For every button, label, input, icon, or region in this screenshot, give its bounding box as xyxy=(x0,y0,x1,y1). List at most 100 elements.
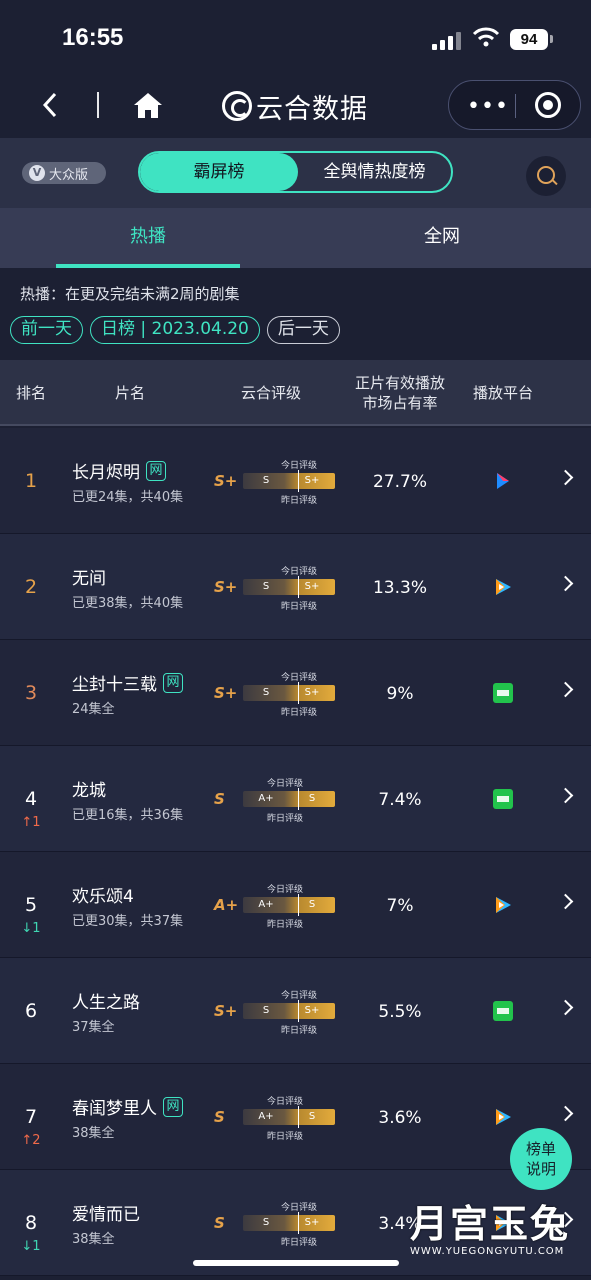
segment-public-opinion[interactable]: 全舆情热度榜 xyxy=(298,153,451,191)
rating-right-label: S+ xyxy=(304,1005,320,1016)
episode-info: 已更24集，共40集 xyxy=(72,490,184,505)
edition-badge[interactable]: V 大众版 xyxy=(22,162,106,184)
rating-bar: S S+ 今日评级 昨日评级 xyxy=(243,673,335,718)
rank-cell: 8 ↓1 xyxy=(14,1213,48,1255)
date-picker[interactable]: 日榜 | 2023.04.20 xyxy=(90,316,260,344)
drama-title: 尘封十三载 网 xyxy=(72,670,183,695)
list-description: 热播：在更及完结未满2周的剧集 xyxy=(20,285,240,303)
watermark-url: WWW.YUEGONGYUTU.COM xyxy=(410,1246,565,1257)
rating-left-label: S xyxy=(262,581,270,592)
episode-info: 已更16集，共36集 xyxy=(72,808,184,823)
today-rating-label: 今日评级 xyxy=(267,1097,304,1107)
rank-cell: 4 ↑1 xyxy=(14,789,48,831)
rating-right-label: S+ xyxy=(304,1217,320,1228)
episode-info: 24集全 xyxy=(72,702,115,717)
youku-icon xyxy=(493,471,513,491)
today-marker xyxy=(298,470,299,492)
table-row[interactable]: 7 ↑2 春闺梦里人 网 38集全 S A+ S 今日评级 昨日评级 3.6% xyxy=(0,1064,591,1170)
rank-cell: 5 ↓1 xyxy=(14,895,48,937)
current-grade: S+ xyxy=(214,472,238,490)
brand: 云合数据 xyxy=(222,86,368,126)
close-mini-program-icon[interactable] xyxy=(535,92,561,118)
tab-hot[interactable]: 热播 xyxy=(56,208,240,268)
table-row[interactable]: 3 尘封十三载 网 24集全 S+ S S+ 今日评级 昨日评级 9% xyxy=(0,640,591,746)
chevron-right-icon[interactable] xyxy=(558,784,574,808)
rating-right-label: S xyxy=(308,899,316,910)
watermark-title: 月宫玉兔 xyxy=(410,1202,571,1246)
mini-program-capsule: ••• xyxy=(448,80,581,130)
today-marker xyxy=(298,1212,299,1234)
drama-title-text: 欢乐颂4 xyxy=(72,887,134,907)
chevron-right-icon[interactable] xyxy=(558,996,574,1020)
rating-right-label: S+ xyxy=(304,687,320,698)
rank-change: ↓1 xyxy=(21,1239,41,1254)
rank-cell: 6 xyxy=(14,1001,48,1021)
prev-day-button[interactable]: 前一天 xyxy=(10,316,83,344)
market-share: 9% xyxy=(386,684,414,704)
edition-label: 大众版 xyxy=(49,167,89,183)
drama-title-text: 春闺梦里人 xyxy=(72,1099,157,1119)
mode-bar: V 大众版 霸屏榜 全舆情热度榜 xyxy=(0,138,591,208)
today-rating-label: 今日评级 xyxy=(281,461,318,471)
chevron-right-icon[interactable] xyxy=(558,890,574,914)
today-marker xyxy=(298,682,299,704)
search-icon[interactable] xyxy=(526,156,566,196)
drama-title-text: 无间 xyxy=(72,569,106,589)
yesterday-rating-label: 昨日评级 xyxy=(267,814,304,824)
brand-logo-icon xyxy=(222,91,252,121)
drama-title: 春闺梦里人 网 xyxy=(72,1094,183,1119)
header-title: 片名 xyxy=(114,384,145,402)
iqiyi-icon xyxy=(493,789,513,809)
drama-title-text: 爱情而已 xyxy=(72,1205,140,1225)
divider xyxy=(515,94,516,118)
market-share: 3.6% xyxy=(378,1108,422,1128)
chevron-right-icon[interactable] xyxy=(558,572,574,596)
iqiyi-icon xyxy=(493,1001,513,1021)
rank-number: 8 xyxy=(24,1212,38,1234)
table-row[interactable]: 6 人生之路 37集全 S+ S S+ 今日评级 昨日评级 5.5% xyxy=(0,958,591,1064)
rating-right-label: S xyxy=(308,1111,316,1122)
episode-info: 已更30集，共37集 xyxy=(72,914,184,929)
drama-title: 爱情而已 xyxy=(72,1200,140,1225)
rating-right-label: S+ xyxy=(304,475,320,486)
yesterday-rating-label: 昨日评级 xyxy=(267,1132,304,1142)
current-grade: S xyxy=(214,1108,225,1126)
chevron-right-icon[interactable] xyxy=(558,466,574,490)
today-rating-label: 今日评级 xyxy=(267,885,304,895)
rating-left-label: A+ xyxy=(258,899,274,910)
chevron-right-icon[interactable] xyxy=(558,678,574,702)
drama-title-text: 长月烬明 xyxy=(72,463,140,483)
rank-number: 3 xyxy=(24,682,38,704)
divider xyxy=(97,92,99,118)
table-row[interactable]: 4 ↑1 龙城 已更16集，共36集 S A+ S 今日评级 昨日评级 7.4% xyxy=(0,746,591,852)
table-header: 排名 片名 云合评级 正片有效播放 市场占有率 播放平台 xyxy=(0,360,591,426)
rank-number: 6 xyxy=(24,1000,38,1022)
tab-bar: 热播 全网 xyxy=(0,208,591,268)
market-share: 7.4% xyxy=(378,790,422,810)
more-icon[interactable]: ••• xyxy=(467,94,509,119)
ranking-help-button[interactable]: 榜单 说明 xyxy=(510,1128,572,1190)
home-icon[interactable] xyxy=(132,90,164,120)
iqiyi-icon xyxy=(493,683,513,703)
next-day-button[interactable]: 后一天 xyxy=(266,316,340,344)
rank-number: 2 xyxy=(24,576,38,598)
drama-title-text: 龙城 xyxy=(72,781,106,801)
table-row[interactable]: 5 ↓1 欢乐颂4 已更30集，共37集 A+ A+ S 今日评级 昨日评级 7… xyxy=(0,852,591,958)
tab-all-network[interactable]: 全网 xyxy=(350,208,534,268)
status-bar: 16:55 94 xyxy=(0,0,591,80)
table-row[interactable]: 1 长月烬明 网 已更24集，共40集 S+ S S+ 今日评级 昨日评级 27… xyxy=(0,428,591,534)
episode-info: 已更38集，共40集 xyxy=(72,596,184,611)
today-rating-label: 今日评级 xyxy=(267,779,304,789)
today-rating-label: 今日评级 xyxy=(281,673,318,683)
tencent-video-icon xyxy=(493,895,513,915)
wifi-icon xyxy=(472,27,500,47)
chevron-right-icon[interactable] xyxy=(558,1102,574,1126)
segment-dominance[interactable]: 霸屏榜 xyxy=(140,153,298,191)
yesterday-rating-label: 昨日评级 xyxy=(267,920,304,930)
rank-cell: 1 xyxy=(14,471,48,491)
rating-bar: S S+ 今日评级 昨日评级 xyxy=(243,991,335,1036)
battery-indicator: 94 xyxy=(510,29,553,50)
table-row[interactable]: 2 无间 已更38集，共40集 S+ S S+ 今日评级 昨日评级 13.3% xyxy=(0,534,591,640)
back-button[interactable] xyxy=(36,90,66,120)
header-share: 正片有效播放 市场占有率 xyxy=(354,374,445,412)
